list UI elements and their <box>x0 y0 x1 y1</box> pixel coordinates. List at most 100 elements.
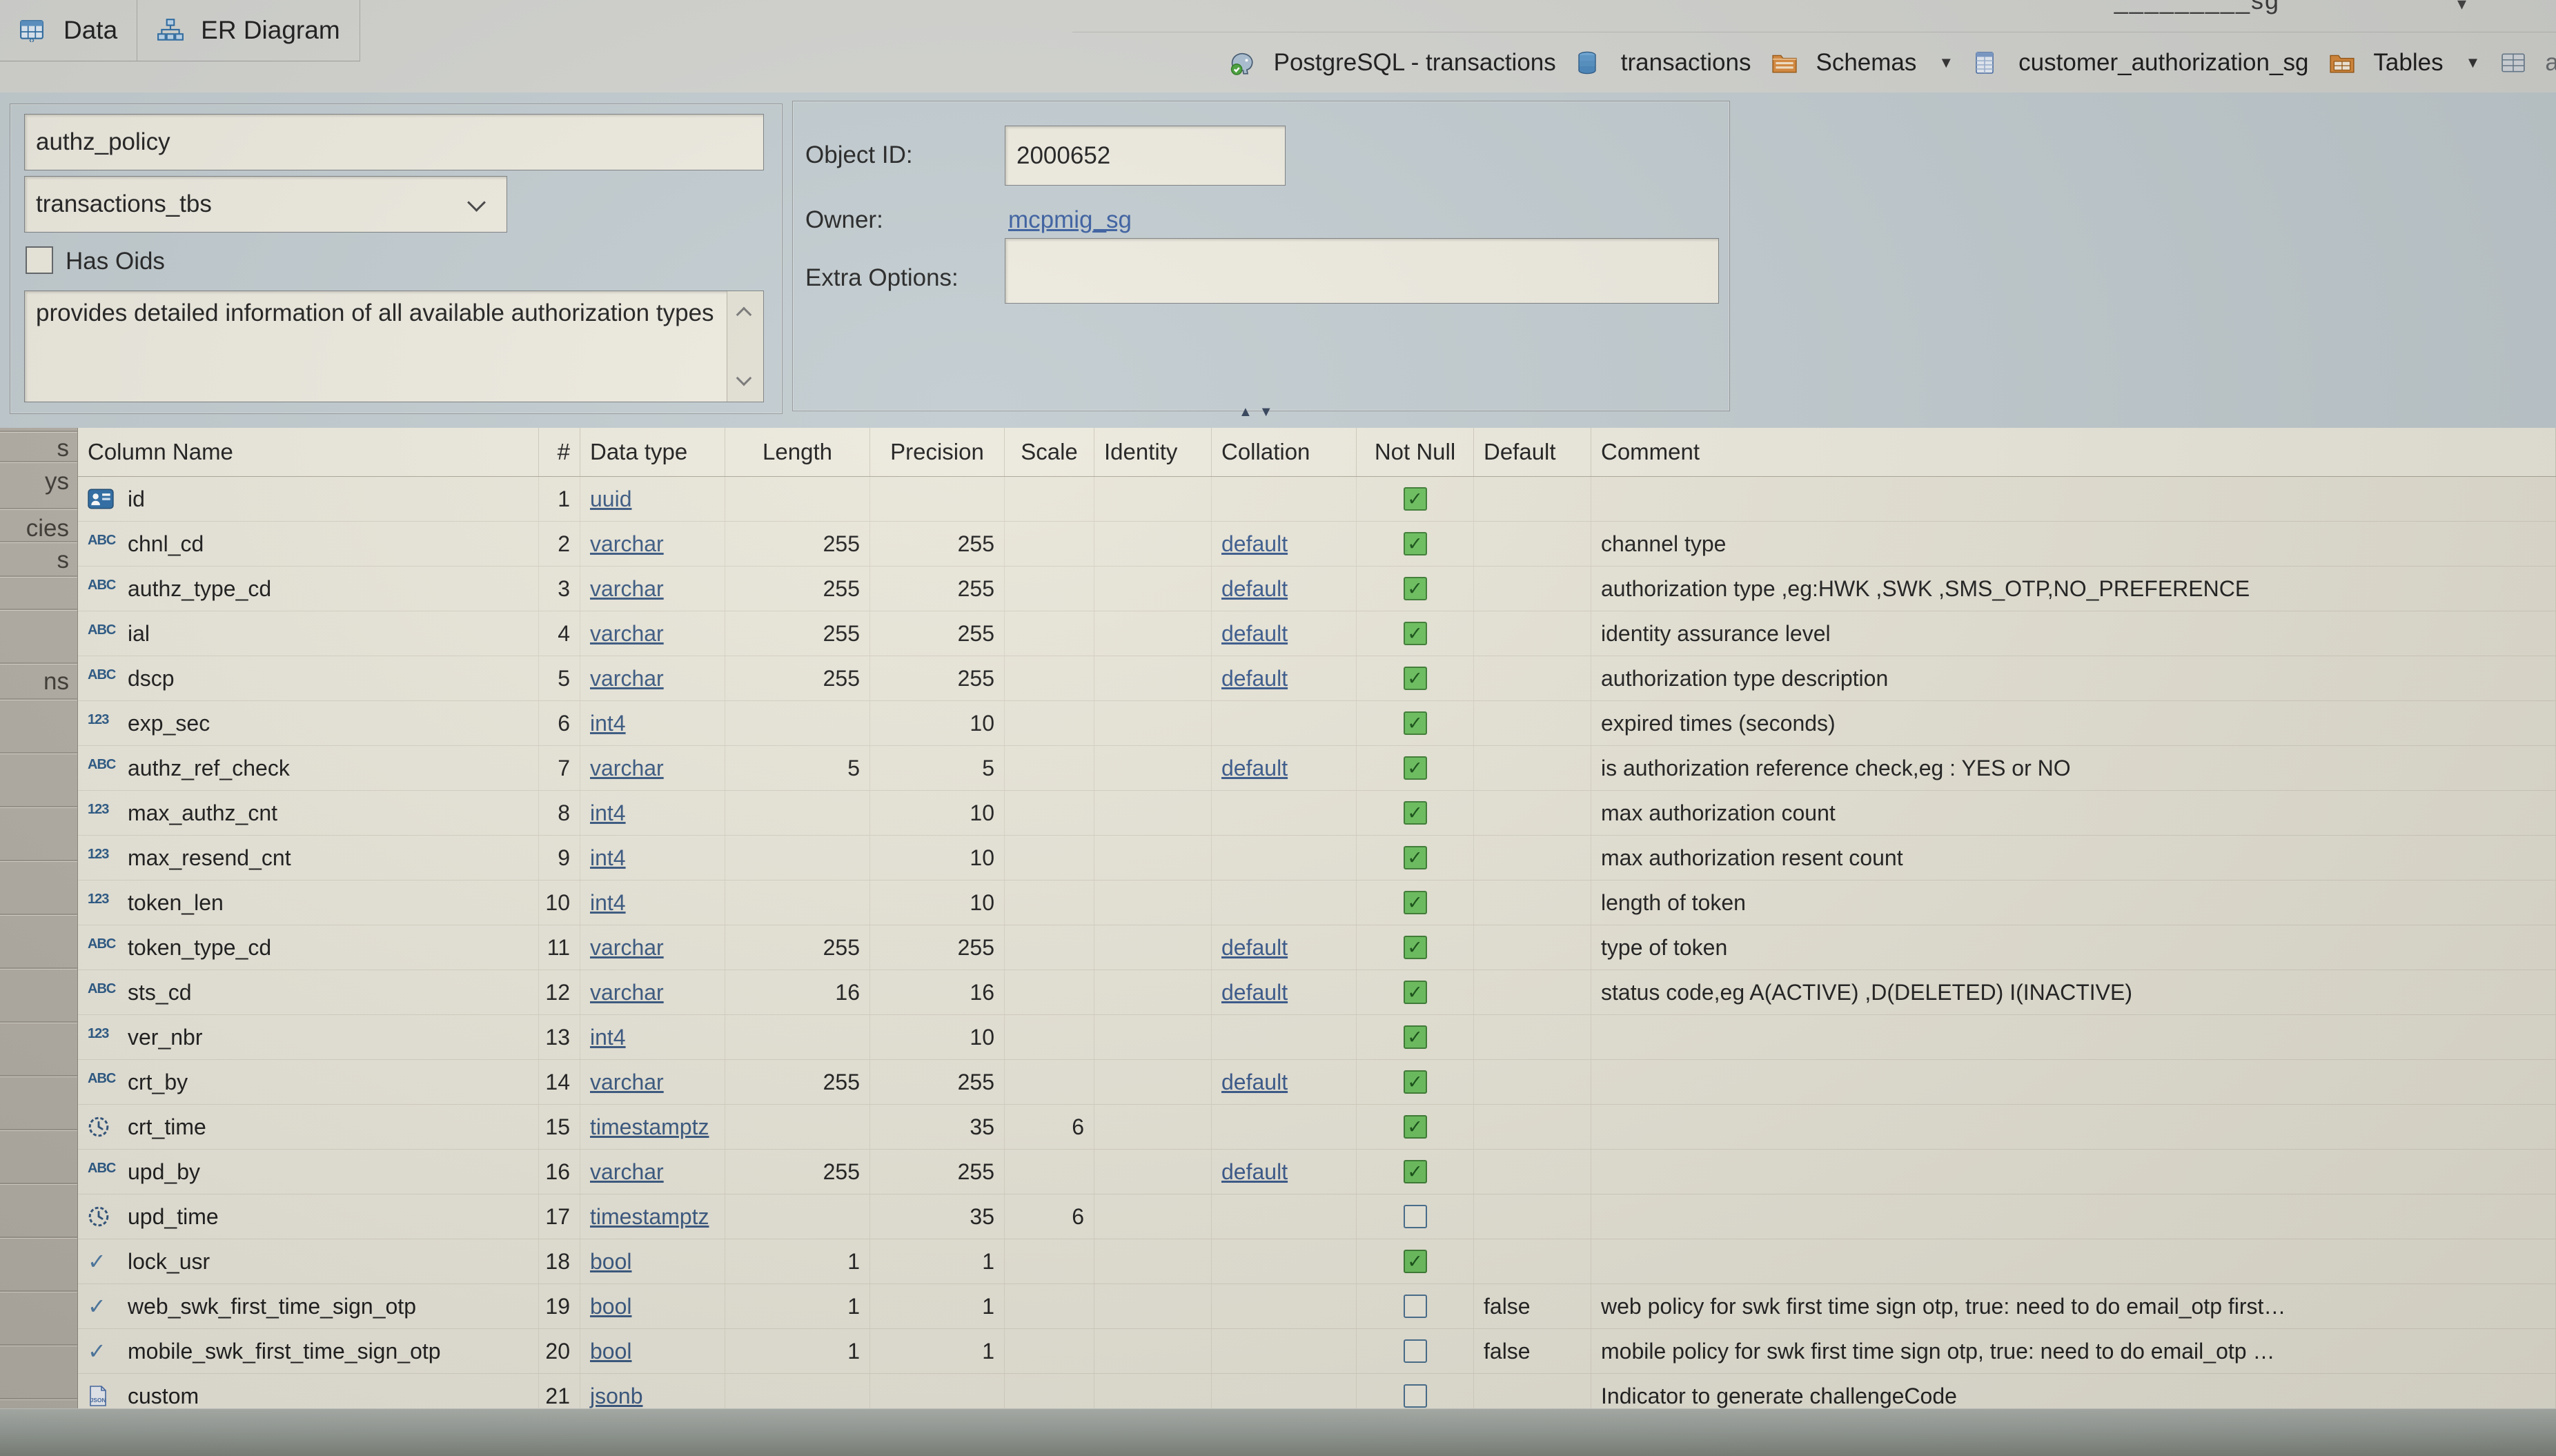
breadcrumb-item-customer-authorization-sg[interactable]: customer_authorization_sg <box>1974 49 2308 77</box>
extra-options-input[interactable] <box>1005 238 1719 304</box>
not-null-checkbox[interactable]: ✓ <box>1404 711 1427 735</box>
left-tab-label-fragment[interactable]: cies <box>26 515 69 542</box>
not-null-checkbox[interactable] <box>1404 1384 1427 1408</box>
data-type-link[interactable]: uuid <box>590 486 632 512</box>
not-null-checkbox[interactable]: ✓ <box>1404 532 1427 555</box>
not-null-checkbox[interactable]: ✓ <box>1404 622 1427 645</box>
column-row-upd_by[interactable]: ABCupd_by16varchar255255default✓ <box>78 1150 2556 1194</box>
column-row-max_authz_cnt[interactable]: 123max_authz_cnt8int410✓max authorizatio… <box>78 791 2556 836</box>
column-row-id[interactable]: id1uuid✓ <box>78 477 2556 522</box>
data-type-link[interactable]: varchar <box>590 980 664 1005</box>
column-row-mobile_swk_first_time_sign_otp[interactable]: ✓mobile_swk_first_time_sign_otp20bool11f… <box>78 1329 2556 1374</box>
column-row-chnl_cd[interactable]: ABCchnl_cd2varchar255255default✓channel … <box>78 522 2556 567</box>
scroll-down-icon[interactable] <box>736 371 752 386</box>
not-null-checkbox[interactable] <box>1404 1339 1427 1363</box>
data-type-link[interactable]: bool <box>590 1294 632 1319</box>
data-type-link[interactable]: varchar <box>590 1070 664 1095</box>
breadcrumb-dropdown-icon[interactable]: ▼ <box>2466 54 2481 72</box>
column-row-crt_by[interactable]: ABCcrt_by14varchar255255default✓ <box>78 1060 2556 1105</box>
column-row-custom[interactable]: JSONcustom21jsonbIndicator to generate c… <box>78 1374 2556 1409</box>
column-row-lock_usr[interactable]: ✓lock_usr18bool11✓ <box>78 1239 2556 1284</box>
collation-link[interactable]: default <box>1221 576 1288 602</box>
breadcrumb-item-transactions[interactable]: transactions <box>1577 49 1751 77</box>
header-comment[interactable]: Comment <box>1591 428 2556 476</box>
breadcrumb-dropdown-icon[interactable]: ▼ <box>1938 54 1954 72</box>
not-null-checkbox[interactable]: ✓ <box>1404 891 1427 914</box>
object-id-field[interactable]: 2000652 <box>1005 126 1286 186</box>
header-identity[interactable]: Identity <box>1094 428 1212 476</box>
table-name-input[interactable]: authz_policy <box>24 114 764 170</box>
column-row-max_resend_cnt[interactable]: 123max_resend_cnt9int410✓max authorizati… <box>78 836 2556 881</box>
data-type-link[interactable]: varchar <box>590 531 664 557</box>
not-null-checkbox[interactable]: ✓ <box>1404 1160 1427 1183</box>
tab-er-diagram[interactable]: ER Diagram <box>137 0 360 61</box>
description-textarea[interactable]: provides detailed information of all ava… <box>24 291 764 402</box>
not-null-checkbox[interactable]: ✓ <box>1404 846 1427 869</box>
header-column-name[interactable]: Column Name <box>78 428 539 476</box>
collation-link[interactable]: default <box>1221 531 1288 557</box>
header-not-null[interactable]: Not Null <box>1357 428 1474 476</box>
data-type-link[interactable]: varchar <box>590 576 664 602</box>
breadcrumb-item-postgresql-transactions[interactable]: PostgreSQL - transactions <box>1230 49 1556 77</box>
data-type-link[interactable]: timestamptz <box>590 1114 709 1140</box>
data-type-link[interactable]: int4 <box>590 800 626 826</box>
header-collation[interactable]: Collation <box>1212 428 1357 476</box>
header-data-type[interactable]: Data type <box>580 428 725 476</box>
header-default[interactable]: Default <box>1474 428 1591 476</box>
column-row-upd_time[interactable]: upd_time17timestamptz356 <box>78 1194 2556 1239</box>
data-type-link[interactable]: int4 <box>590 1025 626 1050</box>
collation-link[interactable]: default <box>1221 1070 1288 1095</box>
column-row-crt_time[interactable]: crt_time15timestamptz356✓ <box>78 1105 2556 1150</box>
column-row-token_type_cd[interactable]: ABCtoken_type_cd11varchar255255default✓t… <box>78 925 2556 970</box>
not-null-checkbox[interactable]: ✓ <box>1404 487 1427 511</box>
column-row-ver_nbr[interactable]: 123ver_nbr13int410✓ <box>78 1015 2556 1060</box>
header--[interactable]: # <box>539 428 580 476</box>
not-null-checkbox[interactable]: ✓ <box>1404 936 1427 959</box>
breadcrumb-item-tables[interactable]: Tables <box>2329 49 2443 77</box>
data-type-link[interactable]: timestamptz <box>590 1204 709 1230</box>
data-type-link[interactable]: bool <box>590 1249 632 1275</box>
data-type-link[interactable]: varchar <box>590 756 664 781</box>
left-tab-label-fragment[interactable]: ys <box>45 468 69 495</box>
not-null-checkbox[interactable]: ✓ <box>1404 577 1427 600</box>
header-precision[interactable]: Precision <box>870 428 1005 476</box>
left-tab-label-fragment[interactable]: s <box>57 435 70 462</box>
tablespace-select[interactable]: transactions_tbs <box>24 176 507 233</box>
not-null-checkbox[interactable]: ✓ <box>1404 981 1427 1004</box>
collation-link[interactable]: default <box>1221 980 1288 1005</box>
left-tab-label-fragment[interactable]: s <box>57 547 70 574</box>
owner-link[interactable]: mcpmig_sg <box>1008 206 1132 234</box>
data-type-link[interactable]: varchar <box>590 666 664 691</box>
data-type-link[interactable]: varchar <box>590 621 664 647</box>
not-null-checkbox[interactable]: ✓ <box>1404 1025 1427 1049</box>
data-type-link[interactable]: int4 <box>590 890 626 916</box>
collation-link[interactable]: default <box>1221 666 1288 691</box>
textarea-scrollbar[interactable] <box>727 291 763 402</box>
data-type-link[interactable]: varchar <box>590 1159 664 1185</box>
column-row-sts_cd[interactable]: ABCsts_cd12varchar1616default✓status cod… <box>78 970 2556 1015</box>
collation-link[interactable]: default <box>1221 1159 1288 1185</box>
has-oids-checkbox[interactable] <box>26 246 53 274</box>
data-type-link[interactable]: bool <box>590 1339 632 1364</box>
column-row-authz_type_cd[interactable]: ABCauthz_type_cd3varchar255255default✓au… <box>78 567 2556 611</box>
not-null-checkbox[interactable]: ✓ <box>1404 1070 1427 1094</box>
column-row-web_swk_first_time_sign_otp[interactable]: ✓web_swk_first_time_sign_otp19bool11fals… <box>78 1284 2556 1329</box>
column-row-dscp[interactable]: ABCdscp5varchar255255default✓authorizati… <box>78 656 2556 701</box>
breadcrumb-item-schemas[interactable]: Schemas <box>1771 49 1916 77</box>
not-null-checkbox[interactable]: ✓ <box>1404 801 1427 825</box>
collation-link[interactable]: default <box>1221 756 1288 781</box>
header-scale[interactable]: Scale <box>1005 428 1094 476</box>
data-type-link[interactable]: jsonb <box>590 1384 643 1409</box>
tab-data[interactable]: ‹› Data <box>0 0 137 61</box>
column-row-authz_ref_check[interactable]: ABCauthz_ref_check7varchar55default✓is a… <box>78 746 2556 791</box>
not-null-checkbox[interactable]: ✓ <box>1404 1115 1427 1139</box>
not-null-checkbox[interactable]: ✓ <box>1404 756 1427 780</box>
collation-link[interactable]: default <box>1221 935 1288 961</box>
column-row-exp_sec[interactable]: 123exp_sec6int410✓expired times (seconds… <box>78 701 2556 746</box>
column-row-token_len[interactable]: 123token_len10int410✓length of token <box>78 881 2556 925</box>
not-null-checkbox[interactable]: ✓ <box>1404 667 1427 690</box>
collation-link[interactable]: default <box>1221 621 1288 647</box>
not-null-checkbox[interactable]: ✓ <box>1404 1250 1427 1273</box>
not-null-checkbox[interactable] <box>1404 1205 1427 1228</box>
breadcrumb-item-authz[interactable]: authz <box>2501 49 2556 77</box>
